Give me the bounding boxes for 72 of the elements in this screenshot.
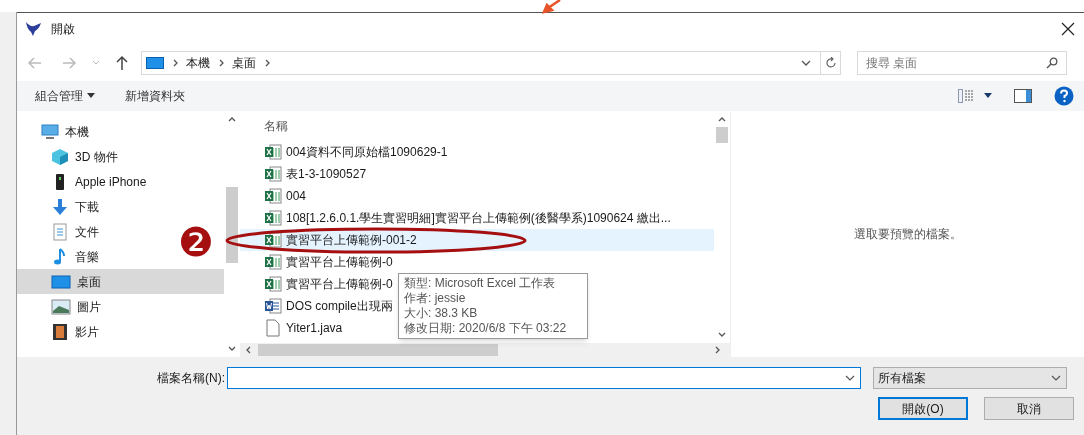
- file-row[interactable]: 表1-3-1090527: [240, 163, 369, 185]
- file-icon: [264, 319, 282, 337]
- sidebar-item[interactable]: 音樂: [17, 244, 103, 269]
- organize-button[interactable]: 組合管理: [35, 87, 95, 105]
- desktop-icon: [51, 274, 71, 289]
- tooltip-line: 修改日期: 2020/6/8 下午 03:22: [404, 321, 568, 336]
- preview-pane-icon[interactable]: [1014, 89, 1032, 103]
- cancel-button[interactable]: 取消: [984, 397, 1074, 420]
- new-folder-button[interactable]: 新增資料夾: [125, 87, 185, 105]
- spreadsheet-icon: [264, 275, 282, 293]
- word-document-icon: [264, 297, 282, 315]
- horizontal-scrollbar[interactable]: [240, 343, 730, 357]
- sidebar-item[interactable]: Apple iPhone: [17, 169, 151, 194]
- spreadsheet-icon: [264, 253, 282, 271]
- sidebar-item[interactable]: 桌面: [17, 269, 224, 294]
- filename-field[interactable]: [227, 367, 861, 389]
- bird-icon: [25, 21, 43, 37]
- chevron-down-icon: [844, 373, 856, 383]
- file-row[interactable]: 實習平台上傳範例-0: [240, 273, 395, 295]
- help-icon[interactable]: [1054, 86, 1074, 106]
- breadcrumb[interactable]: 本機: [186, 54, 210, 72]
- address-bar[interactable]: 本機 桌面: [141, 51, 841, 75]
- tooltip-line: 作者: jessie: [404, 291, 467, 306]
- image-icon: [51, 298, 71, 315]
- file-row[interactable]: 004資料不同原始檔1090629-1: [240, 141, 450, 163]
- view-options-icon[interactable]: [958, 89, 974, 103]
- file-row[interactable]: Yiter1.java: [240, 317, 345, 339]
- desktop-icon: [146, 57, 164, 69]
- spreadsheet-icon: [264, 165, 282, 183]
- file-row[interactable]: DOS compile出現兩: [240, 295, 395, 317]
- download-icon: [51, 197, 69, 216]
- up-arrow-icon[interactable]: [115, 55, 129, 71]
- spreadsheet-icon: [264, 143, 282, 161]
- file-row[interactable]: 實習平台上傳範例-0: [240, 251, 395, 273]
- sidebar-item[interactable]: 下載: [17, 194, 103, 219]
- spreadsheet-icon: [264, 231, 282, 249]
- scroll-thumb[interactable]: [258, 344, 498, 356]
- sidebar-item[interactable]: 影片: [17, 319, 103, 344]
- computer-icon: [41, 123, 59, 140]
- caret-icon[interactable]: [984, 93, 992, 99]
- refresh-icon: [824, 57, 837, 69]
- scroll-thumb[interactable]: [226, 187, 238, 263]
- open-button[interactable]: 開啟(O): [878, 397, 968, 420]
- spreadsheet-icon: [264, 187, 282, 205]
- breadcrumb[interactable]: 桌面: [232, 54, 256, 72]
- spreadsheet-icon: [264, 209, 282, 227]
- sidebar-item[interactable]: 3D 物件: [17, 144, 122, 169]
- step-number: ❷: [178, 222, 214, 262]
- chevron-down-icon[interactable]: [800, 58, 812, 68]
- file-row[interactable]: 108[1.2.6.0.1.學生實習明細]實習平台上傳範例(後醫學系)1090624 繳出...: [240, 207, 673, 229]
- cube-icon: [51, 147, 69, 166]
- scroll-thumb[interactable]: [716, 127, 728, 143]
- caret-icon: [87, 93, 95, 99]
- arrow-icon: [540, 0, 562, 14]
- preview-message: 選取要預覽的檔案。: [853, 226, 962, 243]
- filename-label: 檔案名稱(N):: [156, 370, 226, 387]
- search-icon: [1046, 57, 1058, 69]
- search-field[interactable]: 搜尋 桌面: [857, 51, 1067, 75]
- sidebar-item[interactable]: 圖片: [17, 294, 105, 319]
- window-title: 開啟: [51, 21, 75, 38]
- tooltip-line: 類型: Microsoft Excel 工作表: [404, 276, 557, 291]
- column-header[interactable]: 名稱: [240, 111, 714, 141]
- search-placeholder: 搜尋 桌面: [866, 55, 918, 72]
- document-icon: [51, 222, 69, 241]
- file-row[interactable]: 004: [240, 185, 309, 207]
- sidebar-item[interactable]: 文件: [17, 219, 103, 244]
- film-icon: [51, 322, 69, 341]
- tooltip-line: 大小: 38.3 KB: [404, 306, 479, 321]
- close-icon: [1061, 22, 1075, 36]
- chevron-down-icon: [1050, 373, 1062, 383]
- file-type-dropdown[interactable]: 所有檔案: [873, 367, 1067, 389]
- sidebar-item[interactable]: 本機: [17, 119, 93, 144]
